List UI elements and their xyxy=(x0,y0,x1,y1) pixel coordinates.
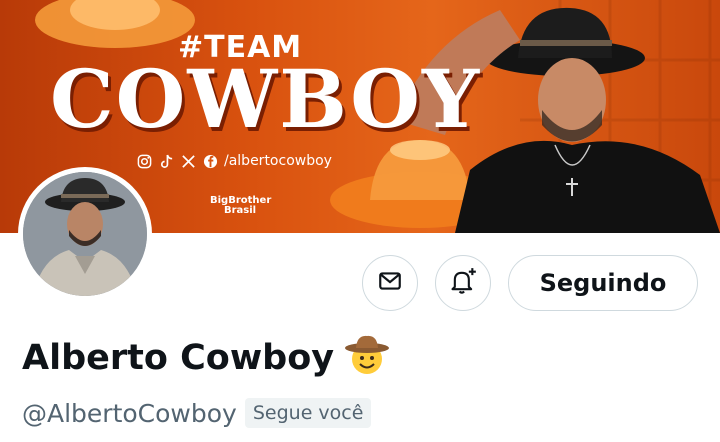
envelope-icon xyxy=(377,268,403,299)
cowboy-emoji-icon xyxy=(344,334,390,381)
profile-name: Alberto Cowboy xyxy=(22,337,335,378)
follows-you-badge: Segue você xyxy=(244,398,372,428)
x-icon xyxy=(180,153,196,169)
show-logo-line2: Brasil xyxy=(224,205,257,216)
message-button[interactable] xyxy=(362,255,418,311)
show-logo: BigBrother Brasil xyxy=(210,196,271,216)
profile-handle-row: @AlbertoCowboy Segue você xyxy=(22,398,372,428)
avatar-photo xyxy=(23,172,147,296)
banner-social-handle: /albertocowboy xyxy=(224,153,332,169)
instagram-icon xyxy=(136,153,152,169)
bell-plus-icon xyxy=(449,267,477,300)
banner-cowboy-text: COWBOY xyxy=(50,52,482,146)
notifications-button[interactable] xyxy=(435,255,491,311)
tiktok-icon xyxy=(158,153,174,169)
profile-name-row: Alberto Cowboy xyxy=(22,334,390,381)
profile-handle: @AlbertoCowboy xyxy=(22,398,237,428)
facebook-icon xyxy=(202,153,218,169)
banner-social-row: /albertocowboy xyxy=(136,153,332,169)
avatar[interactable] xyxy=(18,167,152,301)
following-button[interactable]: Seguindo xyxy=(508,255,698,311)
